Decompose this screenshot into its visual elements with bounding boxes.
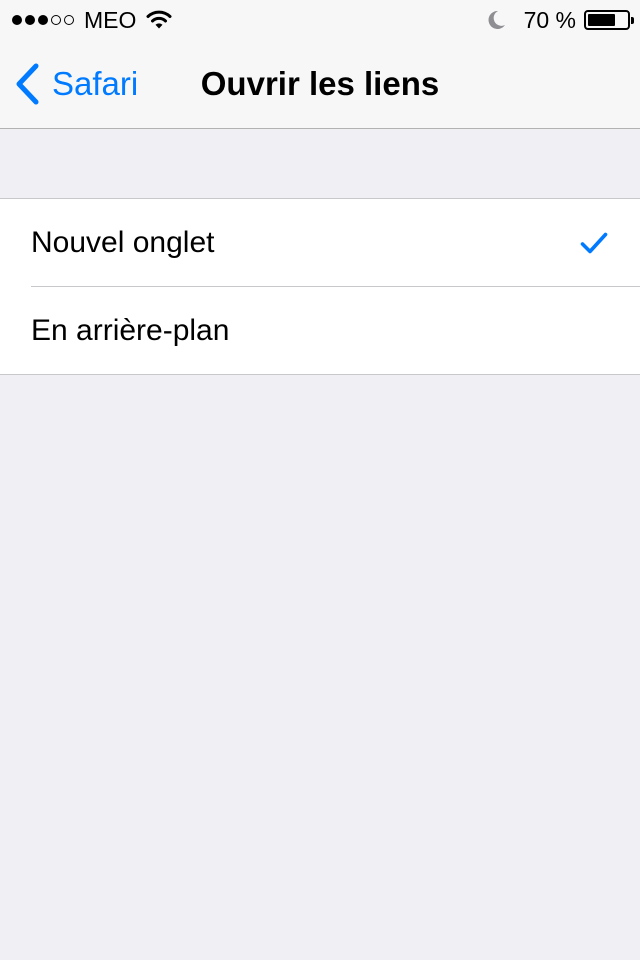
options-list: Nouvel onglet En arrière-plan [0, 198, 640, 375]
signal-dot [38, 15, 48, 25]
option-nouvel-onglet[interactable]: Nouvel onglet [0, 199, 640, 286]
option-label: En arrière-plan [31, 313, 230, 347]
wifi-icon [146, 10, 172, 29]
status-bar: MEO 70 % [0, 0, 640, 40]
status-left: MEO [12, 0, 172, 40]
option-en-arriere-plan[interactable]: En arrière-plan [0, 286, 640, 374]
moon-icon [488, 10, 505, 29]
signal-dot [25, 15, 35, 25]
carrier-name: MEO [84, 6, 137, 33]
page-title-text: Ouvrir les liens [200, 65, 440, 102]
battery-tip [631, 17, 634, 24]
status-right: 70 % [486, 0, 634, 40]
checkmark-icon [580, 232, 608, 253]
battery-icon [584, 10, 634, 30]
signal-dot [51, 15, 61, 25]
signal-dot [64, 15, 74, 25]
page-title: Ouvrir les liens [0, 40, 640, 128]
battery-percentage: 70 % [523, 6, 576, 33]
option-label: Nouvel onglet [31, 225, 215, 259]
navigation-bar: Safari Ouvrir les liens [0, 40, 640, 129]
signal-strength-icon [12, 15, 74, 25]
signal-dot [12, 15, 22, 25]
battery-fill [588, 14, 615, 26]
